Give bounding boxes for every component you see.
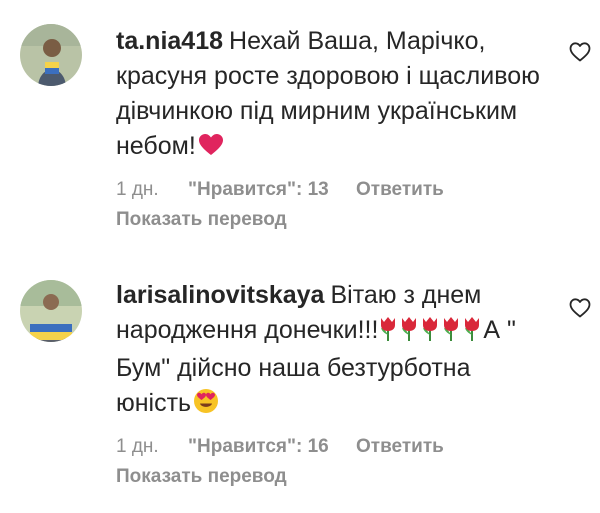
- comment-likes[interactable]: "Нравится": 13: [188, 177, 329, 203]
- tulip-emoji-icon: [420, 315, 440, 351]
- tulip-emoji-icon: [441, 315, 461, 351]
- comment-meta: 1 дн. "Нравится": 13 Ответить: [116, 177, 546, 203]
- comment-username[interactable]: larisalinovitskaya: [116, 281, 324, 309]
- reply-button[interactable]: Ответить: [356, 434, 444, 460]
- tulip-emoji-icon: [399, 315, 419, 351]
- comment-body: larisalinovitskaya Вітаю з днем народженн…: [116, 278, 546, 490]
- heart-eyes-emoji-icon: [193, 388, 219, 424]
- avatar[interactable]: [20, 24, 82, 86]
- comment-username[interactable]: ta.nia418: [116, 27, 223, 55]
- heart-emoji-icon: [198, 132, 224, 167]
- show-translation-button[interactable]: Показать перевод: [116, 207, 546, 233]
- heart-outline-icon[interactable]: [568, 296, 592, 320]
- comment-likes[interactable]: "Нравится": 16: [188, 434, 329, 460]
- avatar[interactable]: [20, 280, 82, 342]
- comment-body: ta.nia418 Нехай Ваша, Марічко, красуня ро…: [116, 24, 546, 233]
- comment-time[interactable]: 1 дн.: [116, 434, 159, 460]
- reply-button[interactable]: Ответить: [356, 177, 444, 203]
- tulip-emoji-icon: [378, 315, 398, 351]
- show-translation-button[interactable]: Показать перевод: [116, 464, 546, 490]
- heart-outline-icon[interactable]: [568, 40, 592, 64]
- comment-text: ta.nia418 Нехай Ваша, Марічко, красуня ро…: [116, 24, 546, 167]
- comment-text: larisalinovitskaya Вітаю з днем народженн…: [116, 278, 546, 424]
- comment-time[interactable]: 1 дн.: [116, 177, 159, 203]
- tulip-emoji-icon: [462, 315, 482, 351]
- comment-meta: 1 дн. "Нравится": 16 Ответить: [116, 434, 546, 460]
- tulip-emoji-group: [378, 315, 483, 351]
